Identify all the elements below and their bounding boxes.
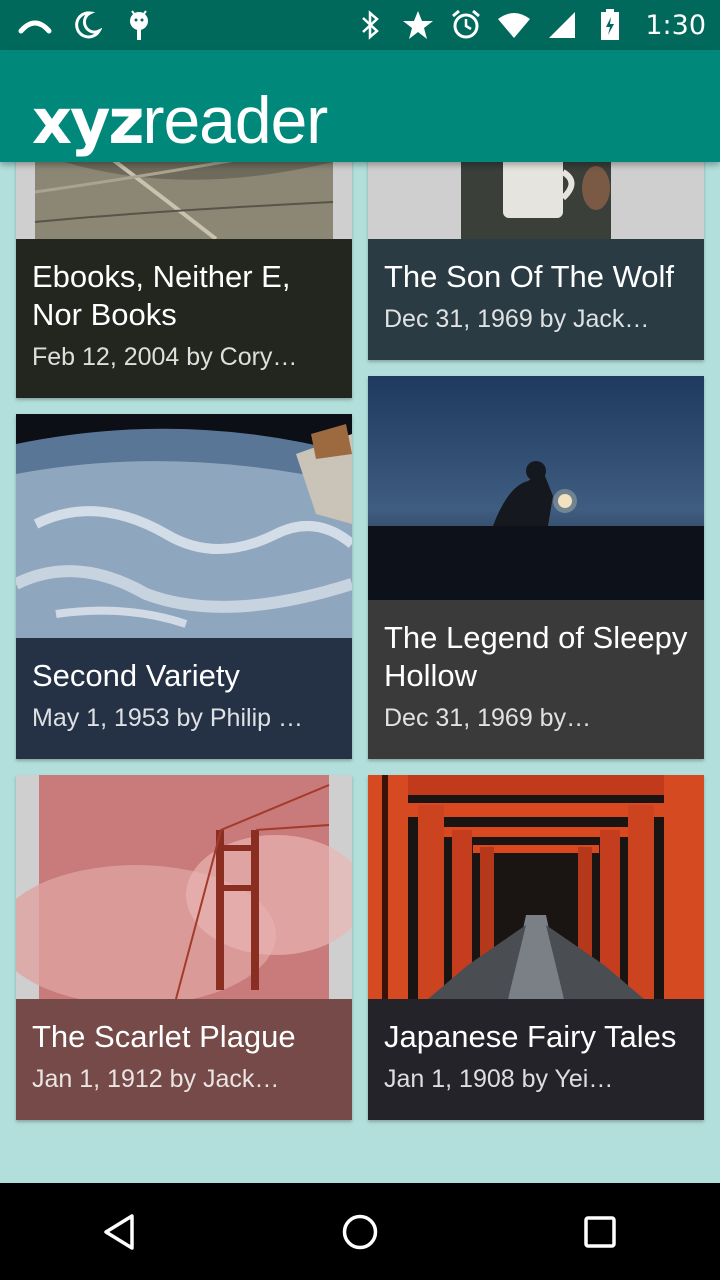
home-icon <box>342 1214 378 1249</box>
article-title: The Scarlet Plague <box>32 1019 296 1054</box>
app-bar: xyzreader <box>0 50 720 162</box>
article-photo <box>16 414 352 638</box>
article-subtitle: Dec 31, 1969 by… <box>384 704 592 732</box>
article-subtitle: May 1, 1953 by Philip … <box>32 704 303 732</box>
article-photo <box>16 162 352 239</box>
article-footer: Second Variety May 1, 1953 by Philip … <box>16 638 352 759</box>
status-bar: 1:30 <box>0 0 720 50</box>
article-photo <box>368 162 704 239</box>
article-subtitle: Jan 1, 1908 by Yei… <box>384 1065 614 1093</box>
article-subtitle: Feb 12, 2004 by Cory… <box>32 343 298 371</box>
article-card[interactable]: The Scarlet Plague Jan 1, 1912 by Jack… <box>16 775 352 1120</box>
article-photo <box>16 775 352 999</box>
rainbow-icon <box>18 8 52 42</box>
article-footer: Japanese Fairy Tales Jan 1, 1908 by Yei… <box>368 999 704 1120</box>
article-title: The Legend of Sleepy Hollow <box>384 620 688 693</box>
signal-icon <box>545 8 579 42</box>
article-footer: Ebooks, Neither E, Nor Books Feb 12, 200… <box>16 239 352 398</box>
article-title: Japanese Fairy Tales <box>384 1019 677 1054</box>
star-icon <box>401 8 435 42</box>
back-icon <box>104 1213 134 1250</box>
article-grid: Ebooks, Neither E, Nor Books Feb 12, 200… <box>0 162 720 1183</box>
status-right-icons: 1:30 <box>353 8 706 42</box>
article-footer: The Scarlet Plague Jan 1, 1912 by Jack… <box>16 999 352 1120</box>
android-debug-icon <box>122 8 156 42</box>
navigation-bar <box>0 1183 720 1280</box>
bluetooth-icon <box>353 8 387 42</box>
back-button[interactable] <box>72 1184 168 1280</box>
article-subtitle: Jan 1, 1912 by Jack… <box>32 1065 280 1093</box>
alarm-icon <box>449 8 483 42</box>
article-card[interactable]: The Son Of The Wolf Dec 31, 1969 by Jack… <box>368 162 704 360</box>
article-title: Ebooks, Neither E, Nor Books <box>32 259 291 332</box>
wifi-icon <box>497 8 531 42</box>
article-card[interactable]: Second Variety May 1, 1953 by Philip … <box>16 414 352 759</box>
recents-button[interactable] <box>552 1184 648 1280</box>
article-title: The Son Of The Wolf <box>384 259 675 294</box>
article-photo <box>368 376 704 600</box>
status-time: 1:30 <box>645 9 706 41</box>
article-card[interactable]: Ebooks, Neither E, Nor Books Feb 12, 200… <box>16 162 352 398</box>
article-footer: The Son Of The Wolf Dec 31, 1969 by Jack… <box>368 239 704 360</box>
article-title: Second Variety <box>32 658 240 693</box>
moon-icon <box>70 8 104 42</box>
battery-charging-icon <box>593 8 627 42</box>
article-photo <box>368 775 704 999</box>
article-card[interactable]: Japanese Fairy Tales Jan 1, 1908 by Yei… <box>368 775 704 1120</box>
home-button[interactable] <box>312 1184 408 1280</box>
app-logo-light: reader <box>142 83 329 157</box>
app-logo: xyzreader <box>32 83 329 164</box>
article-card[interactable]: The Legend of Sleepy Hollow Dec 31, 1969… <box>368 376 704 759</box>
article-footer: The Legend of Sleepy Hollow Dec 31, 1969… <box>368 600 704 759</box>
app-logo-bold: xyz <box>32 85 144 158</box>
status-left-icons <box>18 8 156 42</box>
recents-icon <box>584 1215 616 1248</box>
article-subtitle: Dec 31, 1969 by Jack… <box>384 305 650 333</box>
